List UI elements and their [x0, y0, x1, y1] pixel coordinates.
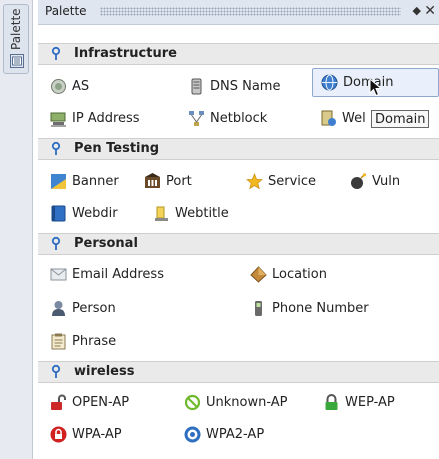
vuln-bomb-icon	[351, 173, 367, 189]
section-header-wireless[interactable]: wireless	[38, 361, 439, 383]
palette-panel: Palette ◆ ✕ Infrastructure AS DNS Name D…	[38, 0, 439, 459]
palette-item-phone-number[interactable]: Phone Number	[250, 298, 400, 320]
unknown-ap-icon	[184, 394, 201, 411]
website-icon	[321, 110, 336, 126]
palette-item-banner[interactable]: Banner	[50, 171, 140, 193]
palette-item-label: DNS Name	[210, 79, 281, 94]
palette-item-label: Banner	[72, 174, 119, 189]
palette-item-netblock[interactable]: Netblock	[188, 108, 308, 130]
palette-item-person[interactable]: Person	[50, 298, 150, 320]
palette-item-label: Phone Number	[272, 301, 369, 316]
pin-icon	[51, 364, 61, 378]
palette-item-label: WPA2-AP	[206, 427, 265, 442]
palette-item-ip-address[interactable]: IP Address	[50, 108, 180, 130]
phrase-icon	[51, 333, 66, 350]
email-icon	[50, 268, 67, 281]
palette-item-location[interactable]: Location	[250, 264, 360, 286]
palette-item-open-ap[interactable]: OPEN-AP	[50, 392, 150, 414]
palette-title: Palette	[45, 4, 87, 18]
palette-side-tab[interactable]: Palette	[3, 4, 29, 74]
palette-item-label: WPA-AP	[72, 427, 122, 442]
palette-item-label: WEP-AP	[345, 395, 395, 410]
palette-item-label: OPEN-AP	[72, 395, 130, 410]
phone-icon	[255, 301, 262, 316]
section-title-pen-testing: Pen Testing	[74, 141, 160, 156]
palette-item-label: Phrase	[72, 334, 117, 349]
palette-item-dns-name[interactable]: DNS Name	[188, 76, 308, 98]
palette-icon	[10, 54, 24, 68]
palette-titlebar[interactable]: Palette ◆ ✕	[38, 0, 439, 25]
palette-item-label: Netblock	[210, 111, 268, 126]
palette-side-tab-label: Palette	[9, 8, 23, 50]
palette-item-vuln[interactable]: Vuln	[350, 171, 420, 193]
palette-item-label: IP Address	[72, 111, 140, 126]
palette-item-label: Unknown-AP	[206, 395, 288, 410]
domain-tooltip: Domain	[371, 110, 430, 128]
domain-icon	[321, 74, 338, 91]
section-header-infrastructure[interactable]: Infrastructure	[38, 43, 439, 65]
port-icon	[145, 173, 160, 188]
pin-icon	[51, 236, 61, 250]
webdir-icon	[51, 205, 66, 222]
palette-item-email-address[interactable]: Email Address	[50, 264, 200, 286]
close-icon[interactable]: ✕	[424, 3, 436, 19]
service-star-icon	[246, 173, 263, 190]
mouse-cursor-icon	[369, 78, 383, 97]
palette-item-label: Service	[268, 174, 317, 189]
banner-icon	[51, 174, 66, 189]
person-icon	[52, 301, 65, 316]
wpa-lock-icon	[50, 426, 67, 443]
netblock-icon	[189, 111, 204, 126]
palette-item-label: Location	[272, 267, 327, 282]
pin-icon	[51, 141, 61, 155]
ip-address-icon	[50, 112, 66, 127]
palette-item-label: Email Address	[72, 267, 164, 282]
section-title-personal: Personal	[74, 236, 138, 251]
open-lock-icon	[51, 394, 66, 410]
palette-item-label: Port	[166, 174, 192, 189]
palette-item-phrase[interactable]: Phrase	[50, 331, 150, 353]
palette-item-label: Webdir	[72, 206, 118, 221]
location-icon	[250, 266, 267, 283]
palette-item-label: Webtitle	[175, 206, 229, 221]
as-icon	[51, 79, 66, 94]
wep-lock-icon	[325, 394, 338, 410]
section-title-infrastructure: Infrastructure	[74, 46, 177, 61]
section-title-wireless: wireless	[74, 364, 135, 379]
palette-item-wep-ap[interactable]: WEP-AP	[323, 392, 423, 414]
panel-menu-icon[interactable]: ◆	[413, 4, 421, 17]
palette-item-webdir[interactable]: Webdir	[50, 203, 140, 225]
wpa2-icon	[184, 426, 201, 443]
palette-item-label: Vuln	[372, 174, 401, 189]
dns-name-icon	[191, 78, 202, 95]
section-header-pen-testing[interactable]: Pen Testing	[38, 138, 439, 160]
palette-item-label: Person	[72, 301, 116, 316]
palette-item-unknown-ap[interactable]: Unknown-AP	[184, 392, 314, 414]
pin-icon	[51, 46, 61, 60]
titlebar-drag-grip[interactable]	[100, 7, 401, 16]
side-tab-strip: Palette	[0, 0, 33, 459]
palette-item-webtitle[interactable]: Webtitle	[153, 203, 253, 225]
section-header-personal[interactable]: Personal	[38, 233, 439, 255]
palette-item-port[interactable]: Port	[144, 171, 214, 193]
palette-item-label: AS	[72, 79, 90, 94]
palette-item-service[interactable]: Service	[246, 171, 341, 193]
palette-item-wpa-ap[interactable]: WPA-AP	[50, 424, 150, 446]
palette-item-as[interactable]: AS	[50, 76, 160, 98]
palette-item-label: Wel	[342, 111, 366, 126]
palette-item-wpa2-ap[interactable]: WPA2-AP	[184, 424, 294, 446]
webtitle-icon	[155, 206, 168, 221]
